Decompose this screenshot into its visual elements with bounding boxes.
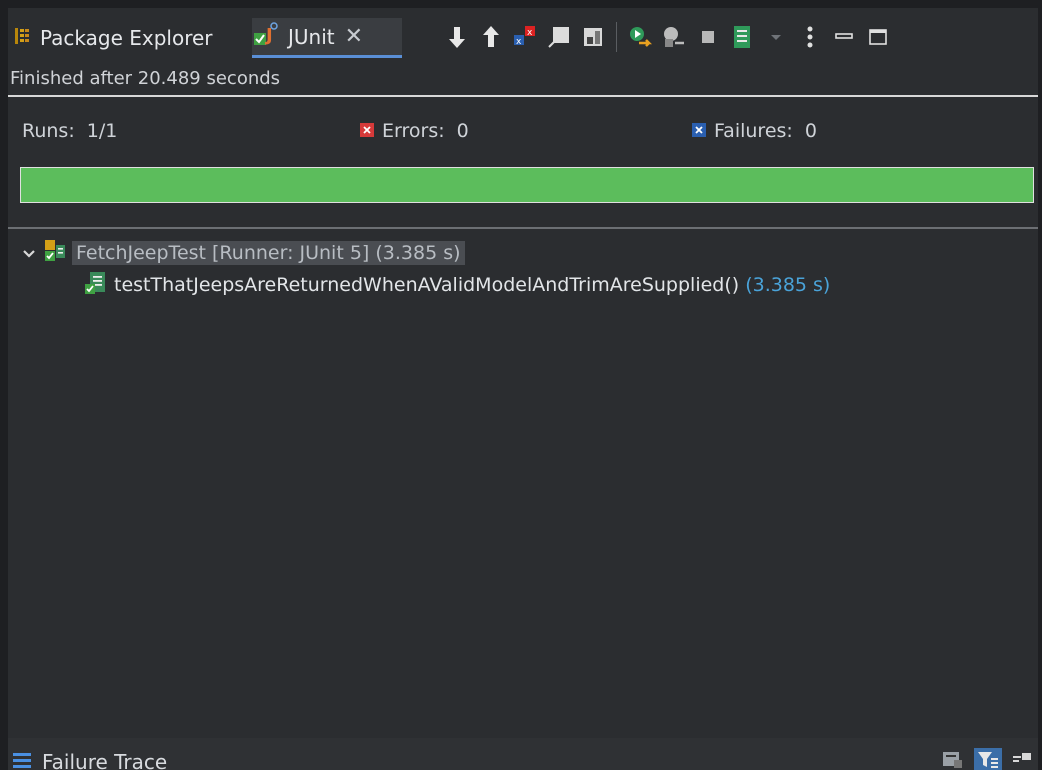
compare-results-icon[interactable]	[942, 750, 964, 770]
error-icon	[360, 120, 374, 142]
tree-case-row[interactable]: testThatJeepsAreReturnedWhenAValidModelA…	[84, 270, 830, 300]
tab-label: Package Explorer	[40, 26, 213, 50]
errors-value: 0	[456, 120, 469, 142]
tab-junit[interactable]: J JUnit ✕	[252, 18, 402, 58]
failure-icon	[692, 120, 706, 142]
test-case-name: testThatJeepsAreReturnedWhenAValidModelA…	[114, 274, 740, 296]
errors-label: Errors:	[382, 120, 445, 142]
status-message: Finished after 20.489 seconds	[8, 64, 1038, 94]
junit-view: Package Explorer J JUnit ✕ x x Finished …	[8, 8, 1038, 770]
failure-trace-label: Failure Trace	[42, 750, 168, 770]
failures-counter: Failures: 0	[692, 120, 817, 142]
runs-label: Runs:	[22, 120, 75, 142]
copy-trace-icon[interactable]	[1012, 750, 1032, 770]
chevron-down-icon[interactable]	[18, 243, 40, 264]
svg-text:x: x	[527, 28, 533, 38]
suite-label: FetchJeepTest [Runner: JUnit 5] (3.385 s…	[72, 241, 465, 265]
rerun-failures-first-icon[interactable]	[657, 20, 691, 54]
junit-toolbar: x x	[440, 20, 895, 54]
progress-bar	[20, 167, 1034, 203]
view-menu-icon[interactable]	[793, 20, 827, 54]
show-skipped-icon[interactable]	[576, 20, 610, 54]
rerun-test-icon[interactable]	[623, 20, 657, 54]
stop-icon[interactable]	[691, 20, 725, 54]
show-failures-only-icon[interactable]: x x	[508, 20, 542, 54]
failure-trace-toolbar	[942, 748, 1032, 770]
test-run-history-icon[interactable]	[725, 20, 759, 54]
next-failure-icon[interactable]	[440, 20, 474, 54]
runs-value: 1/1	[86, 120, 118, 142]
junit-icon: J	[252, 21, 280, 52]
toolbar-separator	[616, 22, 617, 52]
failure-trace-header: Failure Trace	[8, 738, 1038, 770]
divider	[8, 227, 1038, 229]
previous-failure-icon[interactable]	[474, 20, 508, 54]
test-case-time: (3.385 s)	[745, 274, 831, 296]
scroll-lock-icon[interactable]	[542, 20, 576, 54]
minimize-icon[interactable]	[827, 20, 861, 54]
history-dropdown-icon[interactable]	[759, 20, 793, 54]
test-suite-icon	[44, 239, 66, 268]
failure-trace-icon	[12, 750, 32, 770]
svg-text:x: x	[516, 37, 522, 47]
errors-counter: Errors: 0	[360, 120, 469, 142]
counter-panel: Runs: 1/1 Errors: 0 Failures: 0	[8, 114, 1038, 150]
maximize-icon[interactable]	[861, 20, 895, 54]
tree-suite-row[interactable]: FetchJeepTest [Runner: JUnit 5] (3.385 s…	[18, 238, 465, 268]
failures-value: 0	[804, 120, 817, 142]
package-explorer-icon	[14, 26, 32, 51]
test-case-passed-icon	[84, 271, 106, 300]
tab-bar: Package Explorer J JUnit ✕ x x	[8, 8, 1038, 64]
failure-trace-title-area: Failure Trace	[12, 750, 167, 770]
filter-stack-trace-icon[interactable]	[974, 748, 1002, 770]
tab-package-explorer[interactable]: Package Explorer	[14, 18, 244, 58]
test-tree: FetchJeepTest [Runner: JUnit 5] (3.385 s…	[8, 230, 1038, 738]
divider	[8, 95, 1038, 97]
close-icon[interactable]: ✕	[345, 24, 363, 49]
failures-label: Failures:	[714, 120, 793, 142]
tab-label: JUnit	[288, 24, 335, 49]
runs-counter: Runs: 1/1	[22, 120, 117, 142]
